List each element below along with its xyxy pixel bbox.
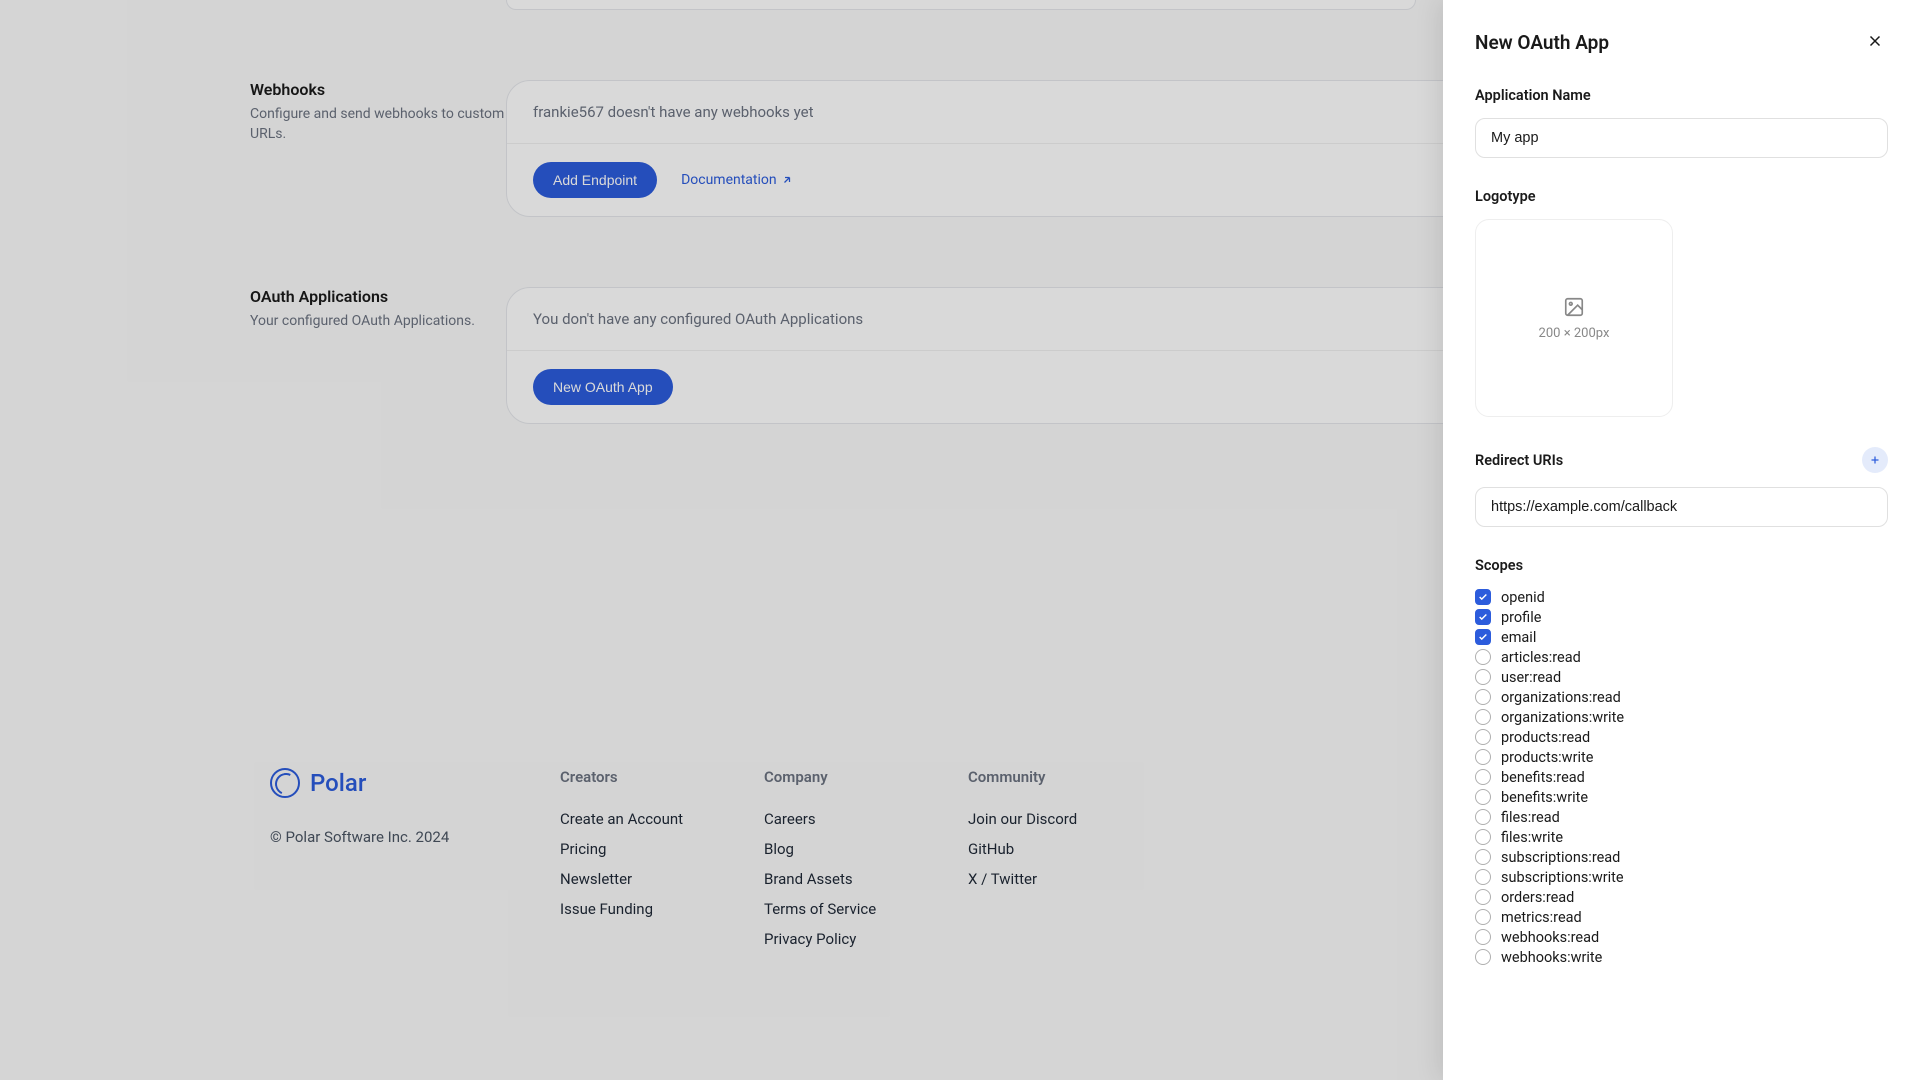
scope-item: products:read <box>1475 728 1888 746</box>
scope-item: products:write <box>1475 748 1888 766</box>
app-name-input[interactable] <box>1475 118 1888 158</box>
scope-item: benefits:write <box>1475 788 1888 806</box>
scope-checkbox[interactable] <box>1475 889 1491 905</box>
drawer-title: New OAuth App <box>1475 31 1609 54</box>
scope-label: products:read <box>1501 729 1590 746</box>
logotype-label: Logotype <box>1475 188 1888 205</box>
scope-label: subscriptions:write <box>1501 869 1624 886</box>
scope-label: articles:read <box>1501 649 1581 666</box>
scope-item: articles:read <box>1475 648 1888 666</box>
scope-item: files:read <box>1475 808 1888 826</box>
scope-checkbox[interactable] <box>1475 709 1491 725</box>
scope-checkbox[interactable] <box>1475 789 1491 805</box>
redirect-uri-input[interactable] <box>1475 487 1888 527</box>
scope-checkbox[interactable] <box>1475 849 1491 865</box>
scope-label: subscriptions:read <box>1501 849 1620 866</box>
scope-label: benefits:write <box>1501 789 1588 806</box>
scope-label: webhooks:read <box>1501 929 1599 946</box>
image-icon <box>1563 296 1585 318</box>
logotype-upload[interactable]: 200 × 200px <box>1475 219 1673 417</box>
scope-item: email <box>1475 628 1888 646</box>
scope-label: profile <box>1501 609 1541 626</box>
scope-checkbox[interactable] <box>1475 929 1491 945</box>
scope-label: orders:read <box>1501 889 1574 906</box>
scopes-label: Scopes <box>1475 557 1888 574</box>
scope-checkbox[interactable] <box>1475 909 1491 925</box>
scope-label: openid <box>1501 589 1545 606</box>
scope-item: user:read <box>1475 668 1888 686</box>
scope-checkbox[interactable] <box>1475 649 1491 665</box>
scope-checkbox[interactable] <box>1475 609 1491 625</box>
add-redirect-uri-button[interactable] <box>1862 447 1888 473</box>
scope-item: metrics:read <box>1475 908 1888 926</box>
scope-checkbox[interactable] <box>1475 829 1491 845</box>
check-icon <box>1478 612 1488 622</box>
scope-item: webhooks:read <box>1475 928 1888 946</box>
scope-label: organizations:read <box>1501 689 1621 706</box>
scope-label: email <box>1501 629 1536 646</box>
scope-label: files:write <box>1501 829 1563 846</box>
scope-checkbox[interactable] <box>1475 589 1491 605</box>
scope-label: metrics:read <box>1501 909 1582 926</box>
scope-checkbox[interactable] <box>1475 749 1491 765</box>
scope-checkbox[interactable] <box>1475 769 1491 785</box>
check-icon <box>1478 592 1488 602</box>
scope-checkbox[interactable] <box>1475 669 1491 685</box>
scope-label: webhooks:write <box>1501 949 1602 966</box>
scope-checkbox[interactable] <box>1475 869 1491 885</box>
scope-label: products:write <box>1501 749 1593 766</box>
scope-item: organizations:write <box>1475 708 1888 726</box>
scope-item: subscriptions:write <box>1475 868 1888 886</box>
scope-label: organizations:write <box>1501 709 1624 726</box>
scope-item: profile <box>1475 608 1888 626</box>
scope-checkbox[interactable] <box>1475 689 1491 705</box>
scope-checkbox[interactable] <box>1475 629 1491 645</box>
scope-item: organizations:read <box>1475 688 1888 706</box>
scope-label: benefits:read <box>1501 769 1585 786</box>
new-oauth-drawer: New OAuth App Application Name Logotype … <box>1443 0 1920 1080</box>
app-name-label: Application Name <box>1475 87 1888 104</box>
scope-item: files:write <box>1475 828 1888 846</box>
scope-item: orders:read <box>1475 888 1888 906</box>
scope-label: user:read <box>1501 669 1561 686</box>
logotype-size-hint: 200 × 200px <box>1539 326 1610 341</box>
scope-item: subscriptions:read <box>1475 848 1888 866</box>
scope-checkbox[interactable] <box>1475 729 1491 745</box>
scope-item: benefits:read <box>1475 768 1888 786</box>
redirect-uris-label: Redirect URIs <box>1475 452 1563 469</box>
check-icon <box>1478 632 1488 642</box>
scope-label: files:read <box>1501 809 1560 826</box>
plus-icon <box>1869 454 1881 466</box>
scope-item: webhooks:write <box>1475 948 1888 966</box>
scope-checkbox[interactable] <box>1475 949 1491 965</box>
close-drawer-button[interactable] <box>1862 28 1888 57</box>
scope-checkbox[interactable] <box>1475 809 1491 825</box>
close-icon <box>1866 32 1884 50</box>
scope-item: openid <box>1475 588 1888 606</box>
